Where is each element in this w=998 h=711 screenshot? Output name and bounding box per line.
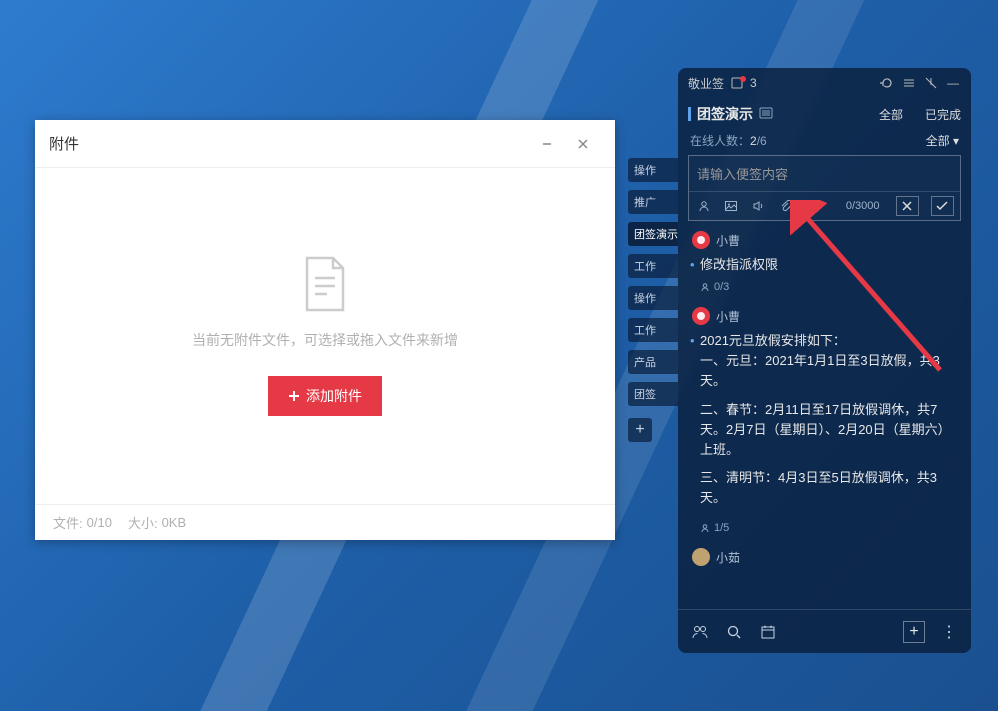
assign-icon[interactable] [695,197,712,215]
avatar [692,307,710,325]
note-meta: 1/5 [678,520,971,542]
notification-count: 3 [750,76,757,90]
filter-all[interactable]: 全部 [879,106,903,123]
add-attachment-button[interactable]: 添加附件 [268,376,382,416]
note-meta: 0/3 [678,279,971,301]
side-tab[interactable]: 工作 [628,254,678,278]
note-composer: 请输入便签内容 0/3000 [688,155,961,221]
new-note-button[interactable]: + [903,621,925,643]
search-icon[interactable] [724,622,744,642]
panel-minimize-icon[interactable]: — [945,75,961,91]
side-tab[interactable]: 操作 [628,158,678,182]
attachment-title: 附件 [49,133,529,154]
note-item[interactable]: 修改指派权限 [678,251,971,279]
close-button[interactable] [565,130,601,158]
side-tab[interactable]: 工作 [628,318,678,342]
list-icon[interactable] [759,106,773,122]
note-author: 小曹 [678,301,971,327]
side-tab[interactable]: 团签 [628,382,678,406]
calendar-icon[interactable] [758,622,778,642]
online-row: 在线人数： 2 /6 全部 ▾ [678,130,971,155]
accent-bar [688,107,691,121]
panel-titlebar: 敬业签 3 — [678,68,971,98]
attachment-window: 附件 当前无附件文件，可选择或拖入文件来新增 添加附件 文件: 0/10 大小:… [35,120,615,540]
filter-done[interactable]: 已完成 [925,106,961,123]
side-tabs: 操作 推广 团签演示 工作 操作 工作 产品 团签 + [628,158,678,442]
empty-state-text: 当前无附件文件，可选择或拖入文件来新增 [192,330,458,350]
add-tab-button[interactable]: + [628,418,652,442]
side-tab[interactable]: 推广 [628,190,678,214]
notes-panel: 敬业签 3 — 团签演示 全部 已完成 在线人数： 2 /6 全部 ▾ 请输入便… [678,68,971,653]
group-header: 团签演示 全部 已完成 [678,98,971,130]
group-title: 团签演示 [697,104,753,124]
attachment-titlebar: 附件 [35,120,615,168]
color-icon[interactable] [805,197,822,215]
note-author: 小曹 [678,225,971,251]
menu-icon[interactable] [901,75,917,91]
notification-dot [740,76,746,82]
person-icon [700,282,710,292]
pin-icon[interactable] [923,75,939,91]
side-tab[interactable]: 操作 [628,286,678,310]
filter-all-dropdown[interactable]: 全部 ▾ [926,132,959,149]
members-icon[interactable] [690,622,710,642]
note-input[interactable]: 请输入便签内容 [689,156,960,191]
plus-icon [288,390,300,402]
more-icon[interactable]: ⋮ [939,622,959,642]
composer-toolbar: 0/3000 [689,191,960,220]
minimize-button[interactable] [529,130,565,158]
avatar [692,548,710,566]
note-item[interactable]: 2021元旦放假安排如下： 一、元旦：2021年1月1日至3日放假，共3天。 二… [678,327,971,520]
document-icon [301,256,349,312]
side-tab[interactable]: 产品 [628,350,678,374]
note-author: 小茹 [678,542,971,568]
side-tab-active[interactable]: 团签演示 [628,222,678,246]
audio-icon[interactable] [750,197,767,215]
sync-icon[interactable] [879,75,895,91]
person-icon [700,523,710,533]
attachment-body: 当前无附件文件，可选择或拖入文件来新增 添加附件 [35,168,615,504]
attachment-icon[interactable] [777,197,794,215]
char-counter: 0/3000 [842,200,884,212]
confirm-button[interactable] [931,196,954,216]
avatar [692,231,710,249]
image-icon[interactable] [722,197,739,215]
notes-list: 小曹 修改指派权限 0/3 小曹 2021元旦放假安排如下： 一、元旦：2021… [678,221,971,609]
panel-bottom-bar: + ⋮ [678,609,971,653]
cancel-button[interactable] [896,196,919,216]
attachment-footer: 文件: 0/10 大小: 0KB [35,504,615,540]
notification-button[interactable] [730,76,744,90]
app-name: 敬业签 [688,75,724,92]
